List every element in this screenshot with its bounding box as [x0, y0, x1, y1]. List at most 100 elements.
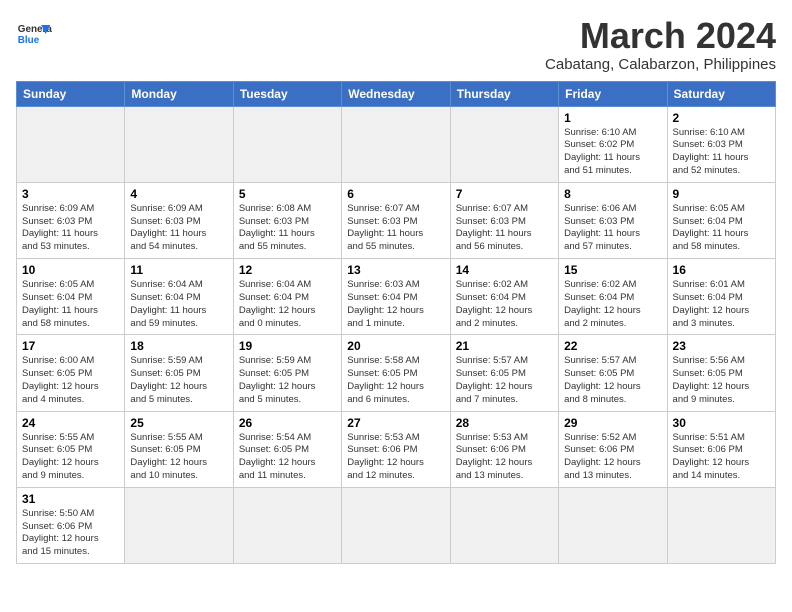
day-cell: 18 Sunrise: 5:59 AM Sunset: 6:05 PM Dayli… — [125, 335, 233, 411]
calendar-header: SundayMondayTuesdayWednesdayThursdayFrid… — [17, 81, 776, 106]
day-cell: 13 Sunrise: 6:03 AM Sunset: 6:04 PM Dayli… — [342, 259, 450, 335]
day-number: 1 — [564, 111, 661, 125]
day-cell — [342, 487, 450, 563]
day-info: Sunrise: 5:55 AM Sunset: 6:05 PM Dayligh… — [22, 432, 119, 483]
day-cell: 6Sunrise: 6:07 AM Sunset: 6:03 PM Daylig… — [342, 182, 450, 258]
day-number: 23 — [673, 339, 770, 353]
day-info: Sunrise: 6:09 AM Sunset: 6:03 PM Dayligh… — [130, 203, 227, 254]
day-info: Sunrise: 6:10 AM Sunset: 6:02 PM Dayligh… — [564, 127, 661, 178]
day-cell: 23 Sunrise: 5:56 AM Sunset: 6:05 PM Dayli… — [667, 335, 775, 411]
header-day-sunday: Sunday — [17, 81, 125, 106]
header-day-friday: Friday — [559, 81, 667, 106]
day-cell — [559, 487, 667, 563]
day-cell: 4 Sunrise: 6:09 AM Sunset: 6:03 PM Daylig… — [125, 182, 233, 258]
title-block: March 2024 Cabatang, Calabarzon, Philipp… — [545, 16, 776, 73]
day-number: 3 — [22, 187, 119, 201]
day-cell — [667, 487, 775, 563]
day-info: Sunrise: 6:07 AM Sunset: 6:03 PM Dayligh… — [456, 203, 553, 254]
day-cell: 7Sunrise: 6:07 AM Sunset: 6:03 PM Daylig… — [450, 182, 558, 258]
day-info: Sunrise: 5:53 AM Sunset: 6:06 PM Dayligh… — [347, 432, 444, 483]
header-day-wednesday: Wednesday — [342, 81, 450, 106]
day-cell: 27 Sunrise: 5:53 AM Sunset: 6:06 PM Dayli… — [342, 411, 450, 487]
week-row-5: 31 Sunrise: 5:50 AM Sunset: 6:06 PM Dayli… — [17, 487, 776, 563]
day-info: Sunrise: 5:53 AM Sunset: 6:06 PM Dayligh… — [456, 432, 553, 483]
day-cell: 22 Sunrise: 5:57 AM Sunset: 6:05 PM Dayli… — [559, 335, 667, 411]
calendar-subtitle: Cabatang, Calabarzon, Philippines — [545, 56, 776, 73]
day-cell: 20 Sunrise: 5:58 AM Sunset: 6:05 PM Dayli… — [342, 335, 450, 411]
day-info: Sunrise: 5:54 AM Sunset: 6:05 PM Dayligh… — [239, 432, 336, 483]
day-cell: 16 Sunrise: 6:01 AM Sunset: 6:04 PM Dayli… — [667, 259, 775, 335]
day-number: 29 — [564, 416, 661, 430]
day-cell — [125, 106, 233, 182]
day-cell — [125, 487, 233, 563]
day-number: 22 — [564, 339, 661, 353]
calendar-body: 1 Sunrise: 6:10 AM Sunset: 6:02 PM Daylig… — [17, 106, 776, 564]
day-info: Sunrise: 6:01 AM Sunset: 6:04 PM Dayligh… — [673, 279, 770, 330]
day-info: Sunrise: 5:59 AM Sunset: 6:05 PM Dayligh… — [130, 355, 227, 406]
day-number: 26 — [239, 416, 336, 430]
day-info: Sunrise: 6:06 AM Sunset: 6:03 PM Dayligh… — [564, 203, 661, 254]
day-info: Sunrise: 6:02 AM Sunset: 6:04 PM Dayligh… — [564, 279, 661, 330]
day-info: Sunrise: 6:07 AM Sunset: 6:03 PM Dayligh… — [347, 203, 444, 254]
day-info: Sunrise: 5:52 AM Sunset: 6:06 PM Dayligh… — [564, 432, 661, 483]
day-cell — [450, 106, 558, 182]
day-cell: 11 Sunrise: 6:04 AM Sunset: 6:04 PM Dayli… — [125, 259, 233, 335]
day-number: 27 — [347, 416, 444, 430]
day-number: 5 — [239, 187, 336, 201]
day-cell: 12Sunrise: 6:04 AM Sunset: 6:04 PM Dayli… — [233, 259, 341, 335]
day-number: 13 — [347, 263, 444, 277]
day-number: 21 — [456, 339, 553, 353]
day-number: 14 — [456, 263, 553, 277]
day-info: Sunrise: 5:56 AM Sunset: 6:05 PM Dayligh… — [673, 355, 770, 406]
day-info: Sunrise: 6:00 AM Sunset: 6:05 PM Dayligh… — [22, 355, 119, 406]
day-number: 30 — [673, 416, 770, 430]
day-info: Sunrise: 5:57 AM Sunset: 6:05 PM Dayligh… — [456, 355, 553, 406]
day-number: 28 — [456, 416, 553, 430]
day-cell: 8Sunrise: 6:06 AM Sunset: 6:03 PM Daylig… — [559, 182, 667, 258]
day-cell: 25Sunrise: 5:55 AM Sunset: 6:05 PM Dayli… — [125, 411, 233, 487]
day-number: 2 — [673, 111, 770, 125]
day-number: 11 — [130, 263, 227, 277]
day-cell: 24Sunrise: 5:55 AM Sunset: 6:05 PM Dayli… — [17, 411, 125, 487]
day-number: 31 — [22, 492, 119, 506]
day-number: 18 — [130, 339, 227, 353]
day-cell: 19Sunrise: 5:59 AM Sunset: 6:05 PM Dayli… — [233, 335, 341, 411]
day-number: 9 — [673, 187, 770, 201]
day-cell: 14Sunrise: 6:02 AM Sunset: 6:04 PM Dayli… — [450, 259, 558, 335]
day-cell: 9 Sunrise: 6:05 AM Sunset: 6:04 PM Daylig… — [667, 182, 775, 258]
day-cell: 31 Sunrise: 5:50 AM Sunset: 6:06 PM Dayli… — [17, 487, 125, 563]
day-cell: 17 Sunrise: 6:00 AM Sunset: 6:05 PM Dayli… — [17, 335, 125, 411]
header-day-tuesday: Tuesday — [233, 81, 341, 106]
day-info: Sunrise: 5:57 AM Sunset: 6:05 PM Dayligh… — [564, 355, 661, 406]
day-cell — [450, 487, 558, 563]
week-row-3: 17 Sunrise: 6:00 AM Sunset: 6:05 PM Dayli… — [17, 335, 776, 411]
header-row: SundayMondayTuesdayWednesdayThursdayFrid… — [17, 81, 776, 106]
generalblue-logo-icon: General Blue — [16, 16, 52, 52]
day-number: 16 — [673, 263, 770, 277]
day-cell — [233, 106, 341, 182]
day-cell: 28 Sunrise: 5:53 AM Sunset: 6:06 PM Dayli… — [450, 411, 558, 487]
day-cell — [17, 106, 125, 182]
day-info: Sunrise: 5:50 AM Sunset: 6:06 PM Dayligh… — [22, 508, 119, 559]
week-row-1: 3 Sunrise: 6:09 AM Sunset: 6:03 PM Daylig… — [17, 182, 776, 258]
day-number: 12 — [239, 263, 336, 277]
day-info: Sunrise: 5:58 AM Sunset: 6:05 PM Dayligh… — [347, 355, 444, 406]
day-info: Sunrise: 6:08 AM Sunset: 6:03 PM Dayligh… — [239, 203, 336, 254]
day-info: Sunrise: 6:04 AM Sunset: 6:04 PM Dayligh… — [130, 279, 227, 330]
week-row-4: 24Sunrise: 5:55 AM Sunset: 6:05 PM Dayli… — [17, 411, 776, 487]
day-info: Sunrise: 6:05 AM Sunset: 6:04 PM Dayligh… — [673, 203, 770, 254]
day-cell: 5 Sunrise: 6:08 AM Sunset: 6:03 PM Daylig… — [233, 182, 341, 258]
day-number: 17 — [22, 339, 119, 353]
day-number: 4 — [130, 187, 227, 201]
day-number: 20 — [347, 339, 444, 353]
day-info: Sunrise: 5:59 AM Sunset: 6:05 PM Dayligh… — [239, 355, 336, 406]
calendar-title: March 2024 — [545, 16, 776, 56]
svg-text:Blue: Blue — [18, 35, 40, 46]
day-info: Sunrise: 6:03 AM Sunset: 6:04 PM Dayligh… — [347, 279, 444, 330]
header: General Blue March 2024 Cabatang, Calaba… — [16, 16, 776, 73]
calendar-table: SundayMondayTuesdayWednesdayThursdayFrid… — [16, 81, 776, 565]
logo: General Blue — [16, 16, 52, 52]
day-info: Sunrise: 6:09 AM Sunset: 6:03 PM Dayligh… — [22, 203, 119, 254]
day-cell — [233, 487, 341, 563]
day-cell: 10Sunrise: 6:05 AM Sunset: 6:04 PM Dayli… — [17, 259, 125, 335]
